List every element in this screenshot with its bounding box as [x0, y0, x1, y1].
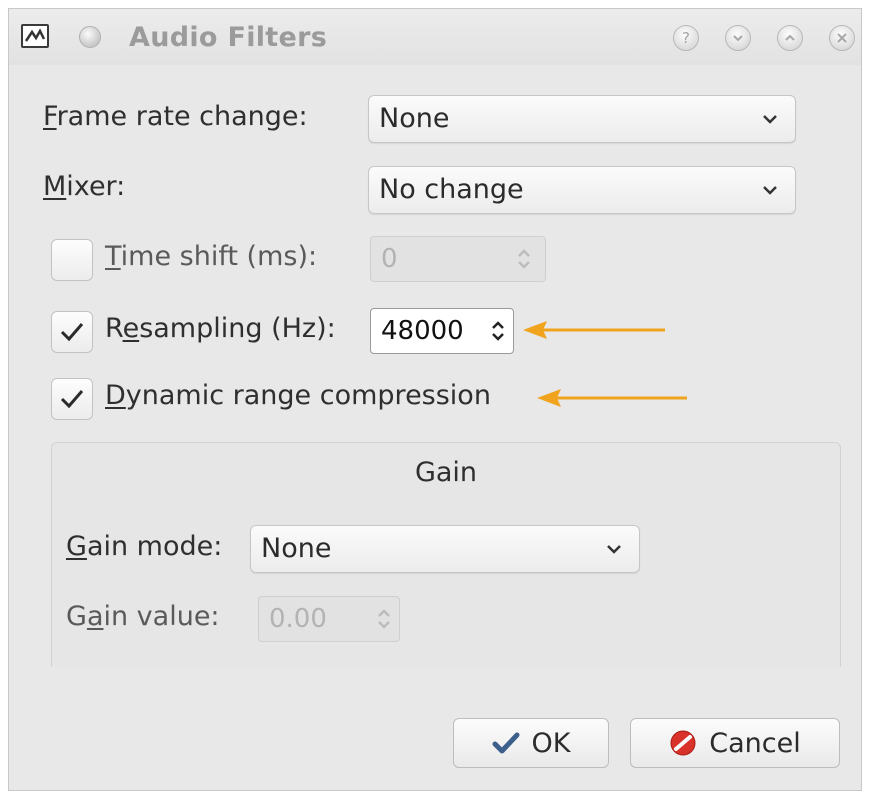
help-icon[interactable]: ?	[673, 25, 699, 51]
resampling-value: 48000	[381, 316, 464, 346]
chevron-down-icon	[763, 186, 777, 195]
gain-value-spinbox[interactable]: 0.00	[258, 596, 400, 642]
cancel-button[interactable]: Cancel	[630, 718, 840, 768]
frame-rate-select[interactable]: None	[368, 95, 796, 143]
gain-mode-label: Gain mode:	[66, 531, 223, 562]
cancel-label: Cancel	[709, 727, 801, 759]
drc-label: Dynamic range compression	[105, 380, 491, 411]
checkmark-icon	[60, 390, 84, 409]
ok-button[interactable]: OK	[453, 718, 609, 768]
time-shift-checkbox[interactable]	[51, 239, 93, 281]
gain-value-label: Gain value:	[66, 601, 220, 632]
gain-value-value: 0.00	[269, 604, 327, 634]
checkmark-icon	[60, 323, 84, 342]
maximize-icon[interactable]	[777, 25, 803, 51]
cancel-icon	[670, 730, 696, 756]
gain-mode-select[interactable]: None	[250, 525, 640, 573]
title-bar: Audio Filters ?	[9, 9, 861, 65]
resampling-spinbox[interactable]: 48000	[370, 308, 514, 354]
time-shift-spinbox[interactable]: 0	[370, 236, 546, 282]
time-shift-value: 0	[381, 244, 398, 274]
resampling-label: Resampling (Hz):	[105, 313, 336, 344]
window-menu-button[interactable]	[79, 26, 101, 48]
chevron-down-icon	[763, 115, 777, 124]
mixer-select[interactable]: No change	[368, 166, 796, 214]
gain-mode-value: None	[261, 533, 332, 564]
minimize-icon[interactable]	[725, 25, 751, 51]
spin-arrows-icon	[518, 249, 530, 269]
mixer-value: No change	[379, 174, 524, 205]
frame-rate-label: Frame rate change:	[43, 101, 308, 132]
annotation-arrow-drc	[537, 389, 687, 407]
annotation-arrow-resampling	[523, 321, 665, 339]
time-shift-label: Time shift (ms):	[105, 241, 318, 272]
ok-label: OK	[531, 727, 571, 759]
mixer-label: Mixer:	[43, 171, 126, 202]
drc-checkbox[interactable]	[51, 378, 93, 420]
checkmark-icon	[492, 732, 520, 754]
audio-filters-dialog: Audio Filters ? Frame rate change: None …	[8, 8, 862, 791]
frame-rate-value: None	[379, 103, 450, 134]
resampling-checkbox[interactable]	[51, 311, 93, 353]
app-icon	[21, 24, 49, 48]
chevron-down-icon	[607, 545, 621, 554]
gain-group: Gain Gain mode: None Gain value: 0.00	[51, 442, 841, 667]
window-title: Audio Filters	[129, 22, 328, 53]
spin-arrows-icon	[378, 609, 390, 629]
close-icon[interactable]	[829, 25, 855, 51]
spin-arrows-icon	[492, 321, 504, 341]
gain-group-title: Gain	[414, 457, 478, 488]
